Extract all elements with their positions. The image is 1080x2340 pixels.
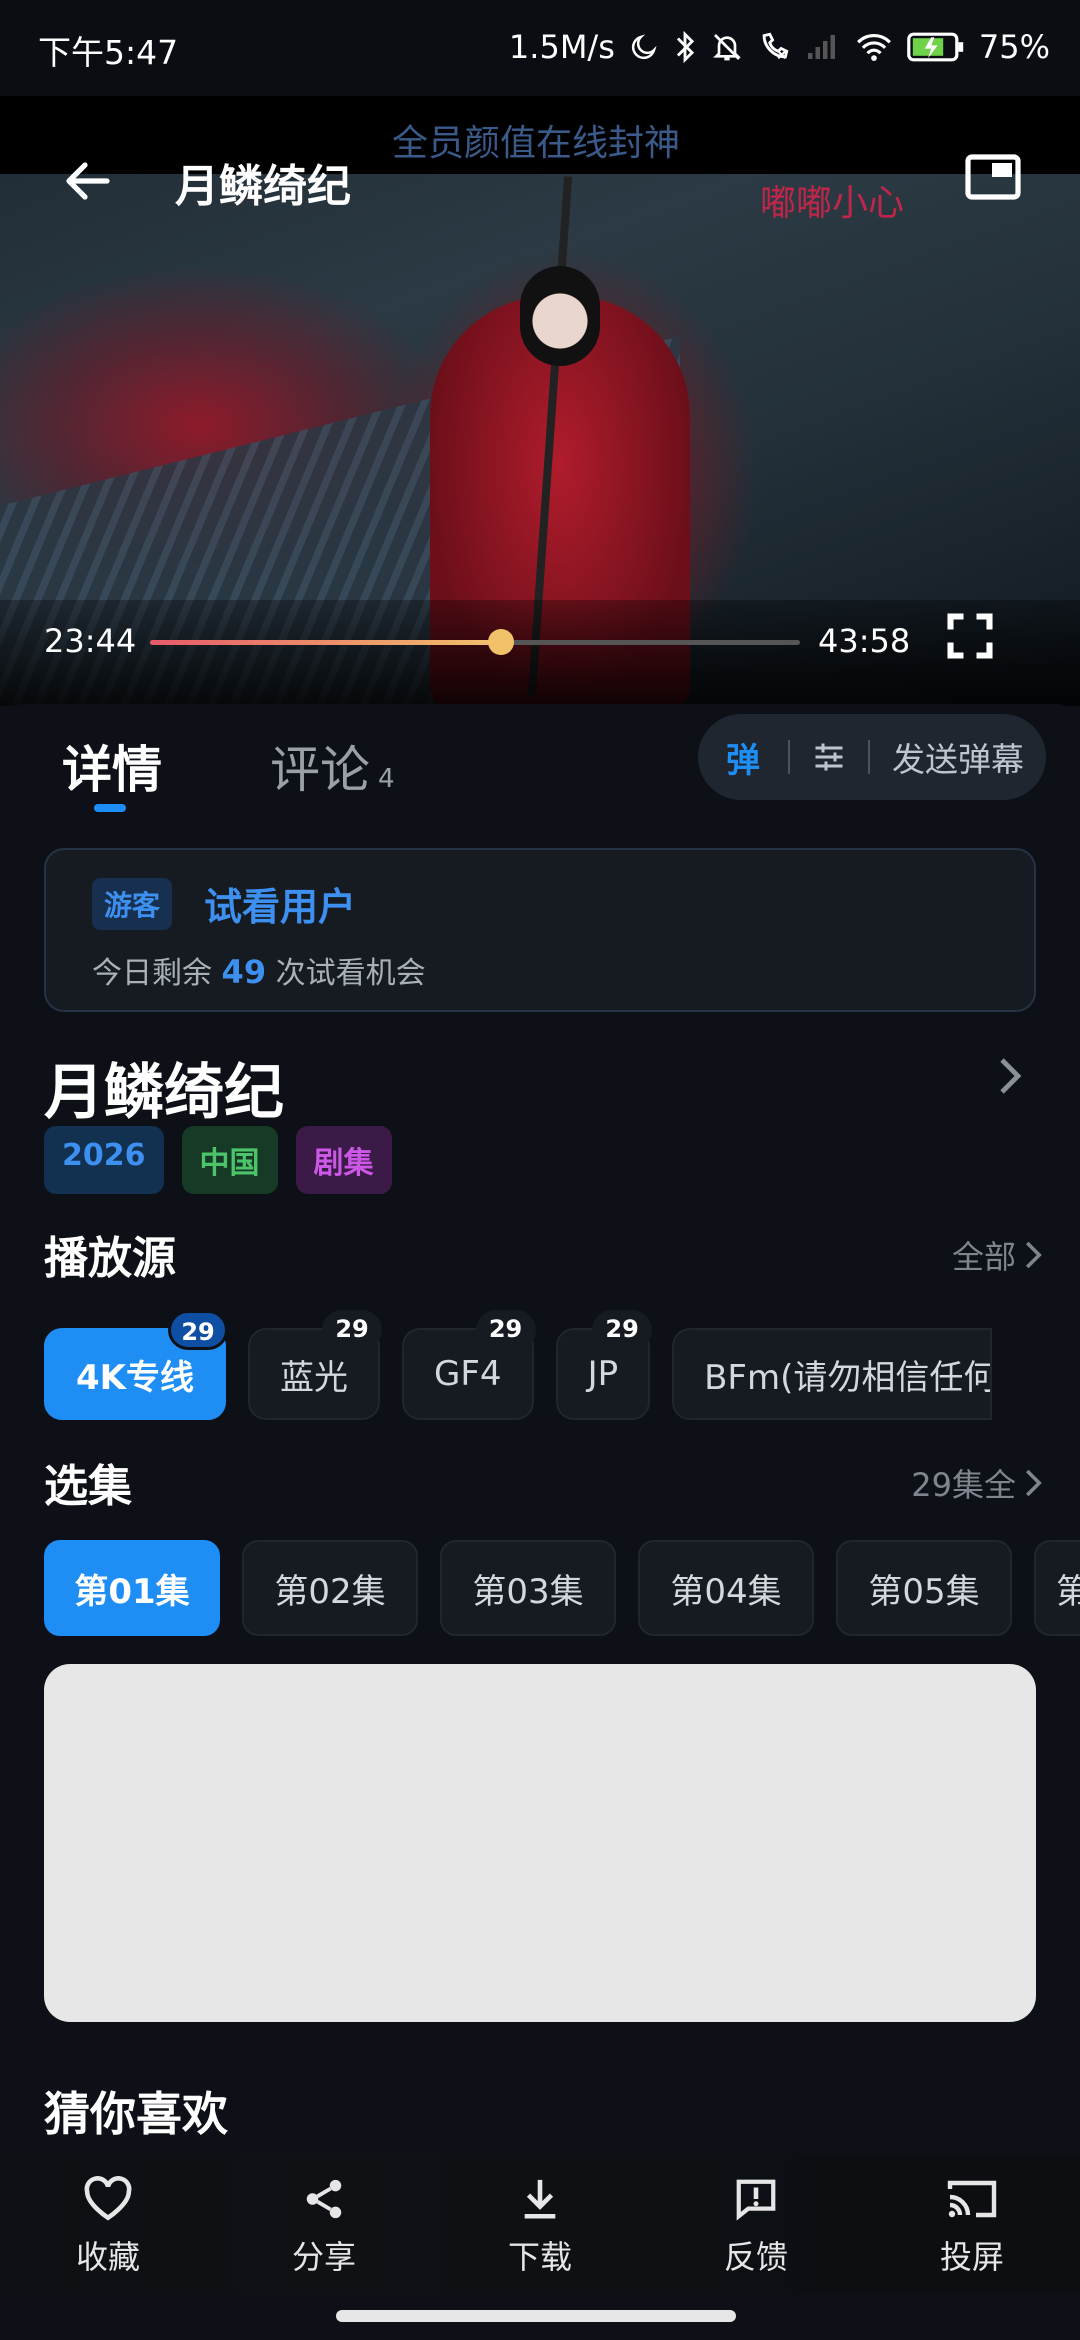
guest-badge: 游客 <box>92 878 173 930</box>
net-speed: 1.5M/s <box>508 28 615 66</box>
danmaku-settings-button[interactable] <box>790 739 868 775</box>
episode-count-badge: 29 <box>322 1310 383 1350</box>
sources-heading: 播放源 <box>44 1233 176 1284</box>
chevron-right-icon <box>1025 1241 1042 1269</box>
source-item[interactable]: 蓝光 29 <box>248 1310 383 1420</box>
duration: 43:58 <box>818 622 911 660</box>
guest-trial-card: 游客 试看用户 今日剩余 49 次试看机会 <box>44 848 1036 1012</box>
sources-list: 4K专线29 蓝光29 GF429 JP29 BFm(请勿相信任何广 <box>44 1310 993 1420</box>
download-icon <box>524 2179 556 2219</box>
fullscreen-button[interactable] <box>944 610 996 662</box>
trial-remaining-count: 49 <box>221 953 267 991</box>
video-player[interactable]: 全员颜值在线封神 嘟嘟小心 月鳞绮纪 23:44 43:58 <box>0 96 1080 706</box>
trial-remaining-text: 今日剩余 49 次试看机会 <box>92 953 426 991</box>
status-time: 下午5:47 <box>38 33 179 72</box>
video-frame-head <box>520 266 600 366</box>
show-tags: 2026 中国 剧集 <box>44 1126 392 1194</box>
current-time: 23:44 <box>44 622 137 660</box>
cast-button[interactable]: 投屏 <box>864 2154 1080 2294</box>
danmaku-toggle-button[interactable]: 弹 <box>698 733 788 782</box>
danmaku-bar: 弹 发送弹幕 <box>698 714 1046 800</box>
mute-bell-icon <box>712 34 741 61</box>
fullscreen-icon <box>947 613 993 659</box>
tag-region: 中国 <box>181 1126 278 1194</box>
danmaku-comment: 全员颜值在线封神 <box>392 123 681 164</box>
episode-item[interactable]: 第04集 <box>638 1540 814 1636</box>
chevron-right-icon <box>1025 1469 1042 1497</box>
status-bar: 下午5:47 1.5M/s 75% <box>0 0 1080 96</box>
system-nav-bar <box>0 2294 1080 2340</box>
wifi-icon <box>856 34 891 61</box>
episode-item[interactable]: 第02集 <box>242 1540 418 1636</box>
cast-icon <box>947 2180 997 2218</box>
episode-list: 第01集 第02集 第03集 第04集 第05集 第 <box>44 1540 1080 1636</box>
heart-icon <box>84 2176 132 2221</box>
episode-count-badge: 29 <box>168 1310 229 1350</box>
guest-name: 试看用户 <box>204 885 357 929</box>
sliders-icon <box>815 743 843 771</box>
battery-percent: 75% <box>978 28 1050 66</box>
danmaku-comment: 嘟嘟小心 <box>760 183 905 224</box>
episode-item[interactable]: 第01集 <box>44 1540 220 1636</box>
episode-item[interactable]: 第05集 <box>836 1540 1012 1636</box>
tab-comments[interactable]: 评论 4 <box>270 730 395 802</box>
episode-count-badge: 29 <box>592 1310 653 1350</box>
show-details-chevron-icon[interactable] <box>998 1056 1024 1100</box>
tab-indicator <box>94 804 126 812</box>
video-title: 月鳞绮纪 <box>175 161 351 212</box>
content-panel: 详情 评论 4 弹 发送弹幕 游客 试看用户 今日剩余 49 次试看机会 月鳞绮纪… <box>0 704 1080 2164</box>
tag-type: 剧集 <box>295 1126 392 1194</box>
tab-detail[interactable]: 详情 <box>62 730 162 802</box>
progress-fill <box>150 640 501 645</box>
episode-item[interactable]: 第03集 <box>440 1540 616 1636</box>
sources-all-button[interactable]: 全部 <box>952 1232 1044 1278</box>
episodes-all-button[interactable]: 29集全 <box>911 1460 1044 1506</box>
picture-in-picture-icon <box>965 154 1021 200</box>
back-button[interactable] <box>52 146 122 216</box>
source-item[interactable]: BFm(请勿相信任何广 <box>672 1328 993 1420</box>
episode-item[interactable]: 第 <box>1034 1540 1080 1636</box>
ad-placeholder[interactable] <box>44 1664 1036 2022</box>
tab-comments-label: 评论 <box>270 741 370 799</box>
pip-button[interactable] <box>960 144 1026 210</box>
home-indicator[interactable] <box>336 2310 736 2322</box>
recommend-heading: 猜你喜欢 <box>44 2087 228 2141</box>
status-icons: 1.5M/s 75% <box>509 22 1050 72</box>
player-controls: 23:44 43:58 <box>0 600 1080 706</box>
moon-icon <box>631 34 657 60</box>
send-danmaku-button[interactable]: 发送弹幕 <box>870 733 1046 781</box>
feedback-icon <box>736 2179 776 2221</box>
tab-bar: 详情 评论 4 弹 发送弹幕 <box>0 704 1080 814</box>
feedback-button[interactable]: 反馈 <box>648 2154 864 2294</box>
bluetooth-icon <box>676 30 694 64</box>
call-off-icon <box>762 32 789 60</box>
progress-bar[interactable] <box>150 629 800 655</box>
episode-count-badge: 29 <box>475 1310 536 1350</box>
episodes-heading: 选集 <box>44 1461 132 1512</box>
action-bar: 收藏 分享 下载 反馈 投屏 <box>0 2154 1080 2294</box>
signal-icon <box>807 35 835 59</box>
share-button[interactable]: 分享 <box>216 2154 432 2294</box>
progress-thumb[interactable] <box>488 629 514 655</box>
source-item[interactable]: JP 29 <box>555 1310 653 1420</box>
comments-count: 4 <box>378 764 395 794</box>
tag-year: 2026 <box>44 1126 164 1194</box>
arrow-left-icon <box>66 162 110 200</box>
battery-icon <box>907 32 964 62</box>
share-icon <box>306 2179 342 2219</box>
show-title[interactable]: 月鳞绮纪 <box>44 1044 284 1131</box>
source-item[interactable]: 4K专线 29 <box>44 1310 229 1420</box>
source-item[interactable]: GF4 29 <box>402 1310 536 1420</box>
favorite-button[interactable]: 收藏 <box>0 2154 216 2294</box>
download-button[interactable]: 下载 <box>432 2154 648 2294</box>
